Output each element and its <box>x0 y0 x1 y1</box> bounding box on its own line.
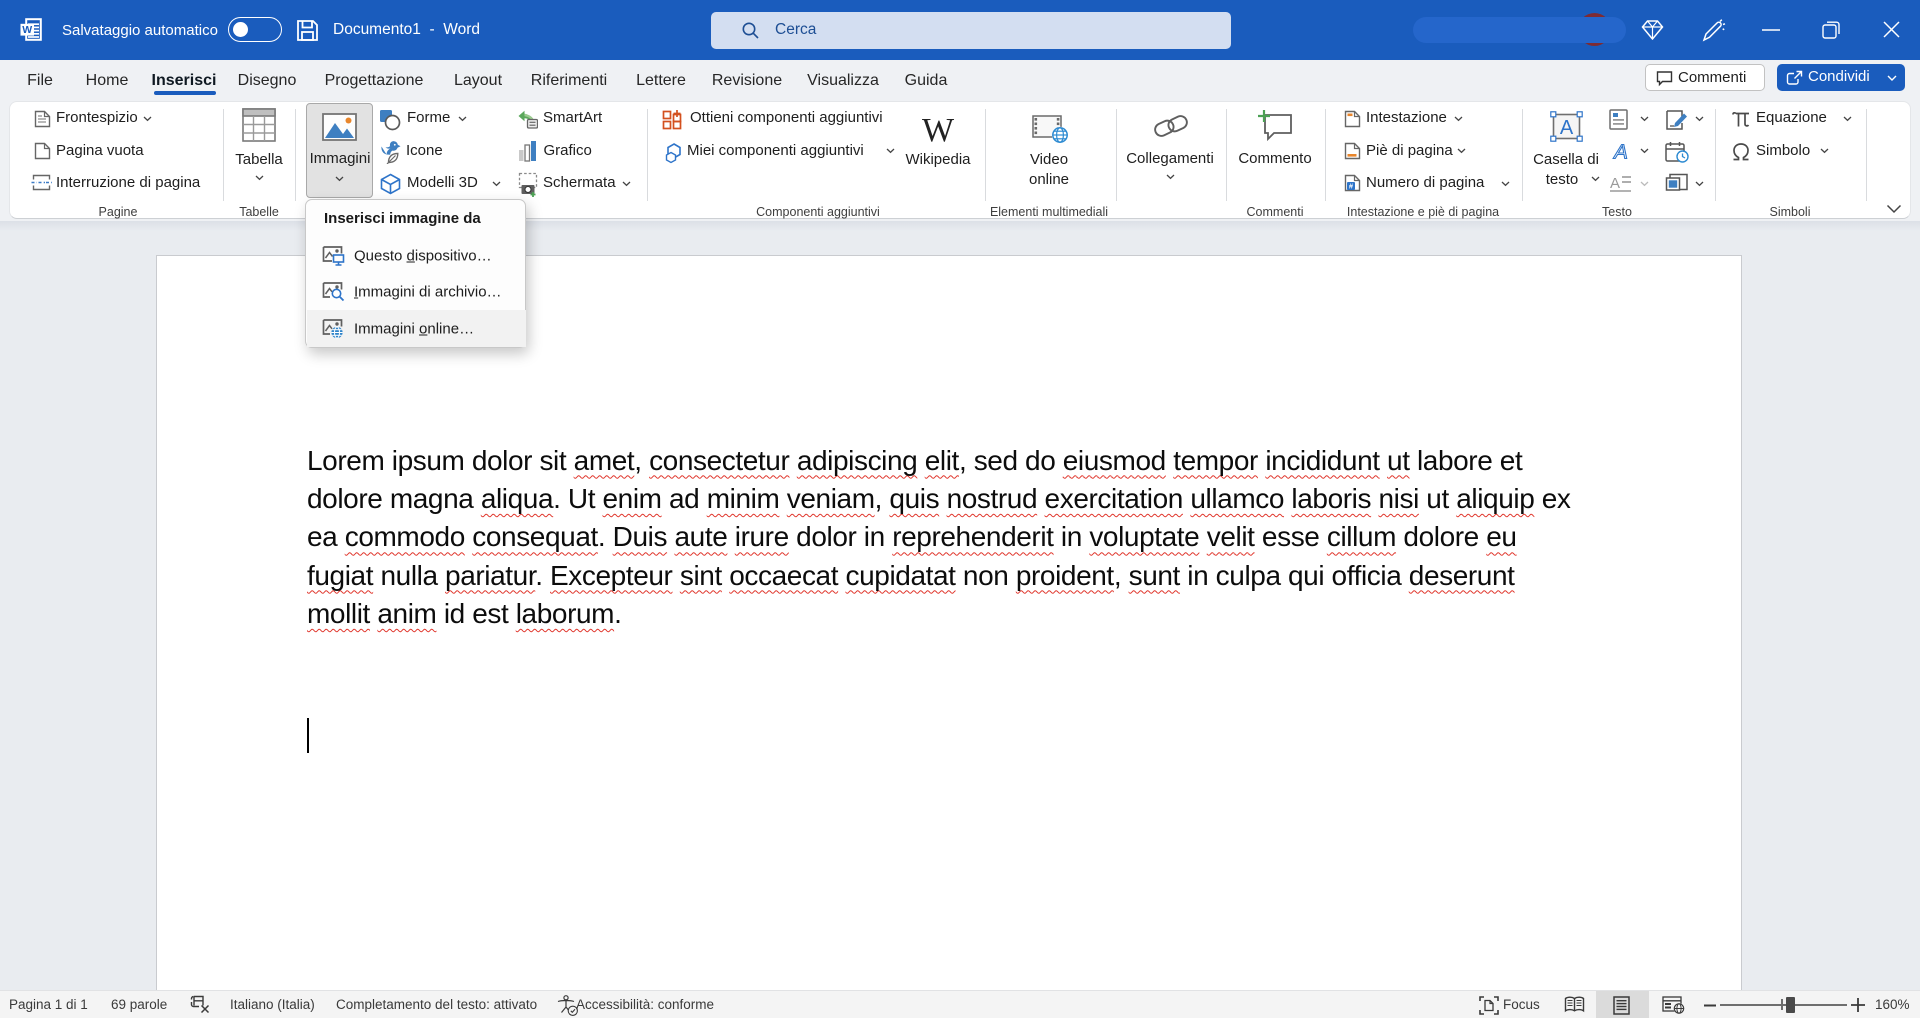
svg-text:A: A <box>1612 141 1628 163</box>
svg-text:A: A <box>1560 117 1574 139</box>
svg-text:A: A <box>1610 175 1620 192</box>
svg-text:W: W <box>22 24 32 36</box>
